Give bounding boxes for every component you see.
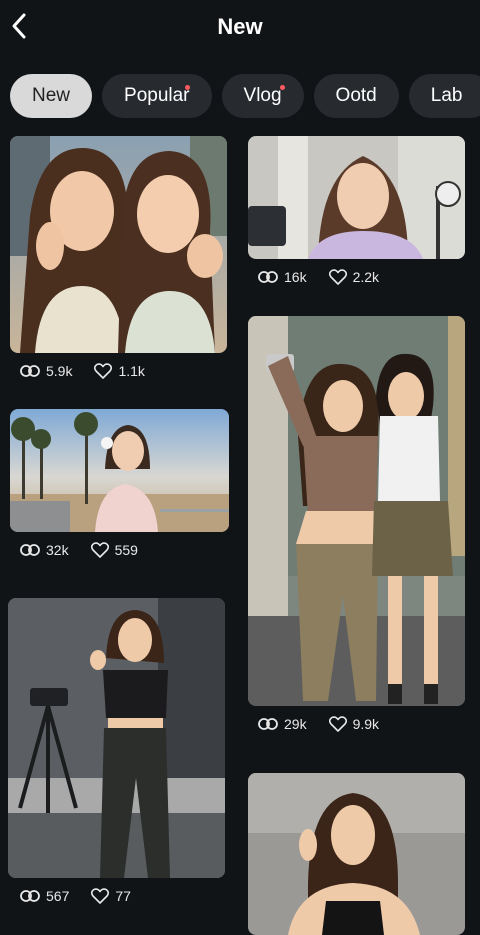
views-count: 5.9k (46, 363, 73, 379)
heart-icon[interactable] (90, 542, 109, 558)
heart-icon[interactable] (94, 363, 113, 379)
notification-dot (279, 85, 285, 90)
views-icon (258, 270, 278, 284)
notification-dot (184, 85, 190, 90)
post-stats: 16k 2.2k (258, 269, 379, 285)
tab-new[interactable]: New (10, 74, 93, 118)
post-stats: 5.9k 1.1k (20, 363, 145, 379)
likes-count: 77 (115, 888, 131, 904)
category-tabs: New Popular Vlog Ootd Lab (10, 74, 480, 118)
post-stats: 32k 559 (20, 542, 138, 558)
views-count: 16k (284, 269, 307, 285)
post-stats: 29k 9.9k (258, 716, 379, 732)
tab-popular[interactable]: Popular (102, 74, 212, 118)
post-stats: 567 77 (20, 888, 131, 904)
heart-icon[interactable] (328, 716, 347, 732)
views-icon (258, 717, 278, 731)
views-icon (20, 543, 40, 557)
tab-ootd[interactable]: Ootd (313, 74, 399, 118)
views-icon (20, 364, 40, 378)
tab-label: New (32, 85, 71, 106)
likes-count: 2.2k (352, 269, 380, 285)
post-image[interactable] (8, 598, 225, 878)
tab-label: Vlog (243, 85, 282, 106)
likes-count: 559 (114, 542, 138, 558)
views-count: 567 (46, 888, 70, 904)
tab-lab[interactable]: Lab (408, 74, 480, 118)
tab-label: Ootd (335, 85, 377, 106)
post-image[interactable] (10, 136, 227, 353)
views-count: 29k (284, 716, 307, 732)
post-image[interactable] (248, 136, 465, 259)
likes-count: 9.9k (352, 716, 380, 732)
tab-label: Lab (430, 85, 463, 106)
views-icon (20, 889, 40, 903)
views-count: 32k (46, 542, 69, 558)
post-image[interactable] (248, 773, 465, 935)
post-image[interactable] (248, 316, 465, 706)
heart-icon[interactable] (328, 269, 347, 285)
heart-icon[interactable] (91, 888, 110, 904)
tab-label: Popular (124, 85, 190, 106)
tab-vlog[interactable]: Vlog (221, 74, 304, 118)
post-image[interactable] (10, 409, 229, 532)
page-title: New (217, 14, 263, 39)
likes-count: 1.1k (118, 363, 145, 379)
header: New (0, 0, 480, 58)
